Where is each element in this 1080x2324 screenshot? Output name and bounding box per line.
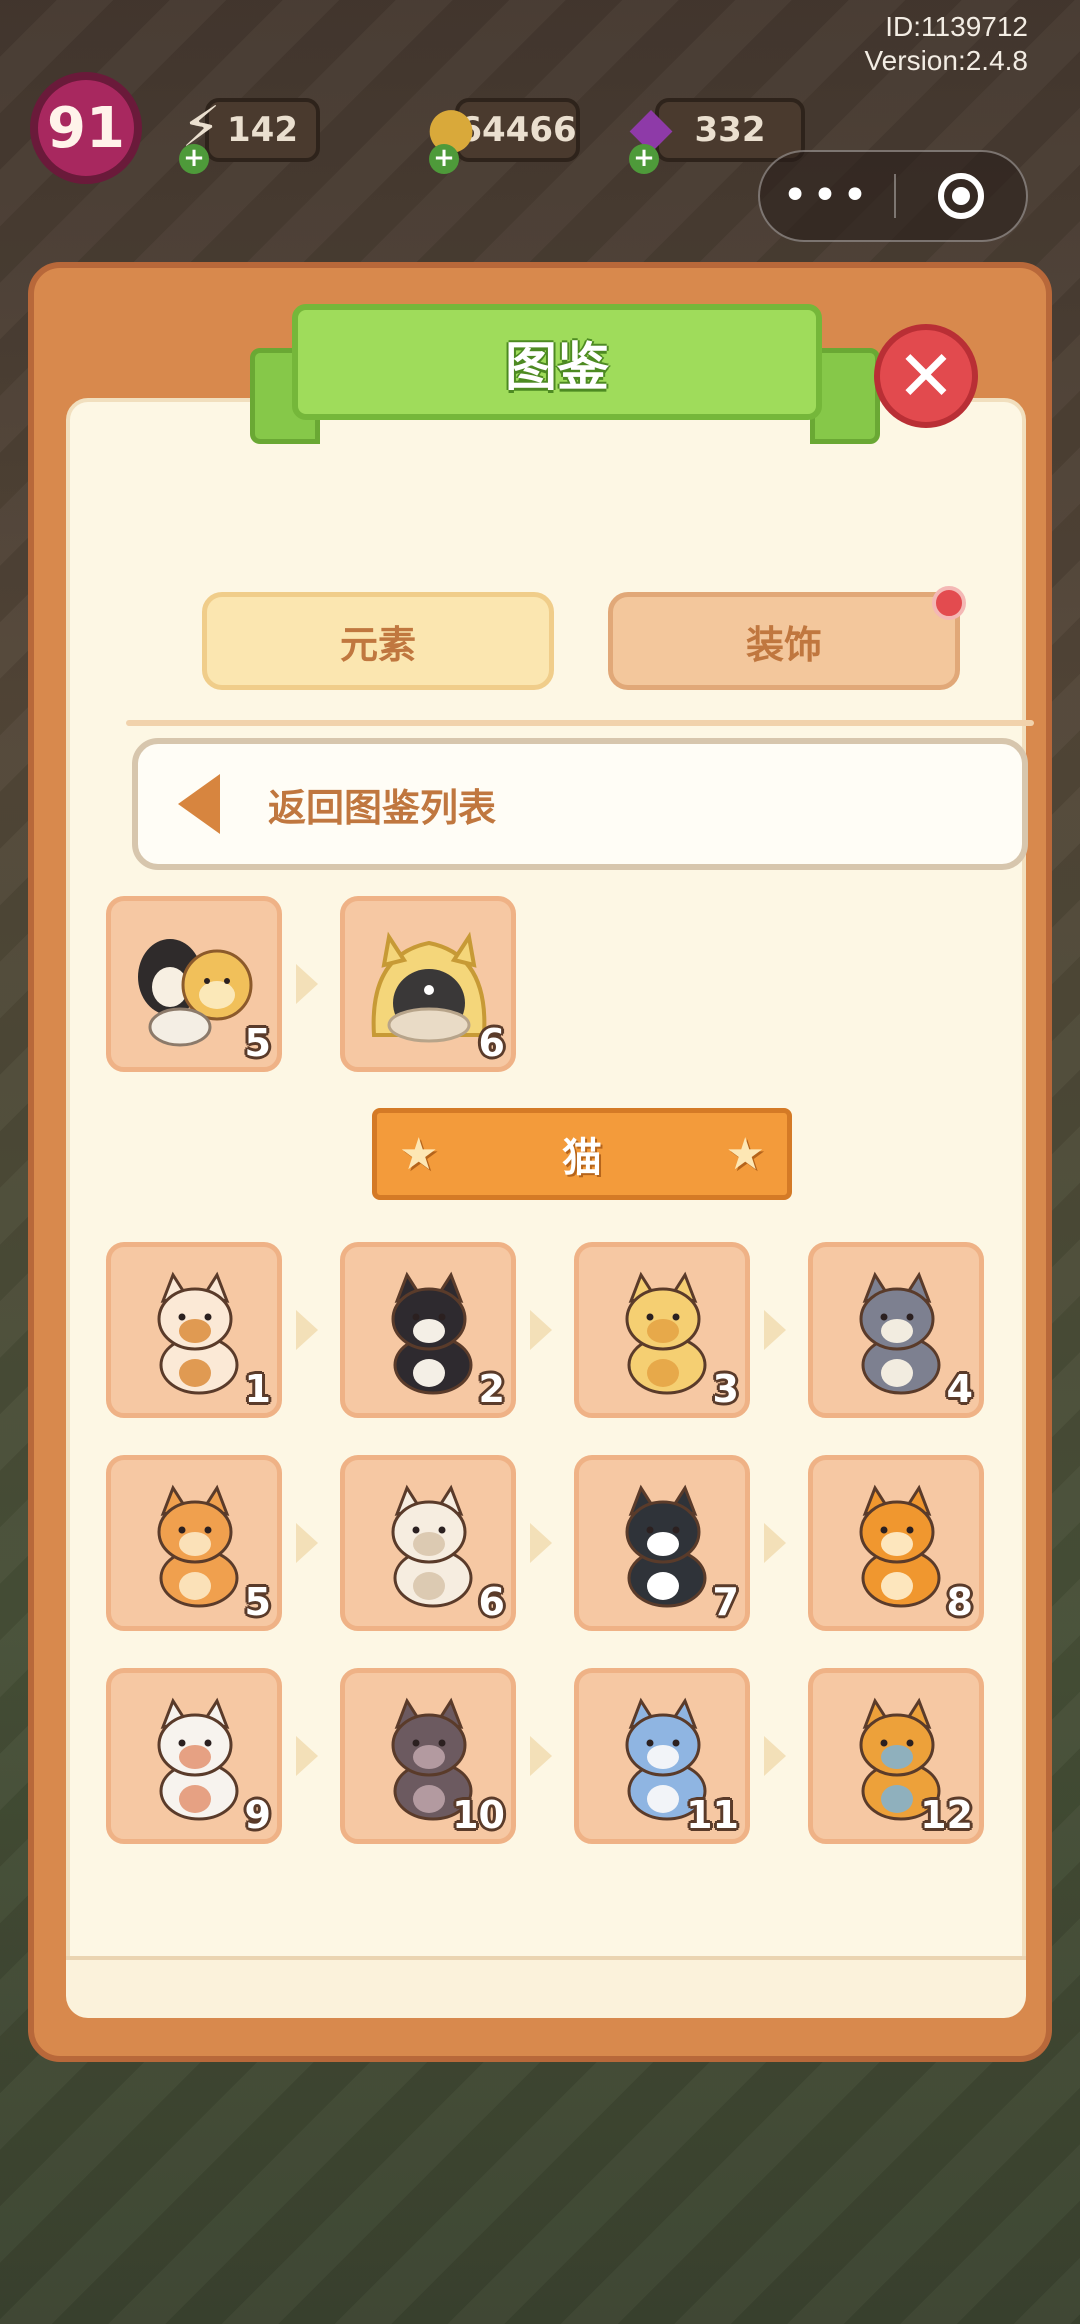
chevron-right-icon — [530, 1736, 552, 1776]
cat-tile[interactable]: 2 — [340, 1242, 516, 1418]
chevron-right-icon — [764, 1736, 786, 1776]
gem-value: 332 — [694, 110, 766, 150]
tile-number: 10 — [452, 1793, 505, 1837]
cat-tile[interactable]: 11 — [574, 1668, 750, 1844]
tile-number: 6 — [478, 1580, 505, 1624]
back-to-list-button[interactable]: 返回图鉴列表 — [132, 738, 1028, 870]
cat-tile[interactable]: 6 — [340, 1455, 516, 1631]
category-banner: ★ 猫 ★ — [372, 1108, 792, 1200]
add-energy-icon[interactable]: + — [179, 144, 209, 174]
tile-number: 3 — [712, 1367, 739, 1411]
chevron-right-icon — [530, 1310, 552, 1350]
tile-number: 8 — [946, 1580, 973, 1624]
tab-elements[interactable]: 元素 — [202, 592, 554, 690]
chevron-right-icon — [296, 1736, 318, 1776]
cat-tile[interactable]: 7 — [574, 1455, 750, 1631]
tab-decorations-label: 装饰 — [745, 622, 822, 667]
tile-number: 9 — [244, 1793, 271, 1837]
cat-tile[interactable]: 4 — [808, 1242, 984, 1418]
panel-footer — [66, 1956, 1026, 2018]
tile-number: 7 — [712, 1580, 739, 1624]
tile-number: 5 — [244, 1021, 271, 1065]
collection-modal: 元素 装饰 返回图鉴列表 5 6 ★ 猫 ★ 1 2 3 4 5 6 7 8 9… — [28, 262, 1052, 2062]
back-arrow-icon — [178, 774, 220, 834]
tile-number: 11 — [686, 1793, 739, 1837]
cat-tile[interactable]: 12 — [808, 1668, 984, 1844]
coin-counter[interactable]: ● + 64466 — [427, 95, 580, 174]
target-icon — [938, 173, 984, 219]
tile-number: 5 — [244, 1580, 271, 1624]
chevron-right-icon — [764, 1523, 786, 1563]
collection-tile[interactable]: 6 — [340, 896, 516, 1072]
cat-tile[interactable]: 9 — [106, 1668, 282, 1844]
miniprogram-capsule: ••• — [758, 150, 1028, 242]
divider — [126, 720, 1034, 726]
category-title: 猫 — [562, 1135, 602, 1181]
notification-dot — [932, 586, 966, 620]
version-label: Version:2.4.8 — [864, 45, 1028, 76]
tile-number: 12 — [920, 1793, 973, 1837]
cat-tile[interactable]: 1 — [106, 1242, 282, 1418]
more-menu-icon[interactable]: ••• — [760, 174, 894, 218]
user-id: ID:1139712 — [885, 11, 1028, 42]
energy-counter[interactable]: ⚡ + 142 — [179, 95, 320, 174]
tile-number: 2 — [478, 1367, 505, 1411]
gem-counter[interactable]: ◆ + 332 — [629, 95, 805, 174]
tile-number: 6 — [478, 1021, 505, 1065]
chevron-right-icon — [530, 1523, 552, 1563]
close-button[interactable]: ✕ — [874, 324, 978, 428]
chevron-right-icon — [764, 1310, 786, 1350]
modal-panel: 元素 装饰 返回图鉴列表 5 6 ★ 猫 ★ 1 2 3 4 5 6 7 8 9… — [66, 398, 1034, 2008]
modal-title-text: 图鉴 — [504, 337, 609, 398]
star-icon: ★ — [399, 1129, 439, 1180]
cat-tile[interactable]: 5 — [106, 1455, 282, 1631]
energy-value: 142 — [227, 110, 298, 150]
tile-number: 1 — [244, 1367, 271, 1411]
add-gems-icon[interactable]: + — [629, 144, 659, 174]
cat-tile[interactable]: 10 — [340, 1668, 516, 1844]
chevron-right-icon — [296, 1310, 318, 1350]
build-info: ID:1139712 Version:2.4.8 — [865, 10, 1028, 78]
cat-tile[interactable]: 3 — [574, 1242, 750, 1418]
back-to-list-label: 返回图鉴列表 — [268, 785, 497, 830]
cat-tile[interactable]: 8 — [808, 1455, 984, 1631]
add-coins-icon[interactable]: + — [429, 144, 459, 174]
level-badge[interactable]: 91 — [30, 72, 142, 184]
tab-decorations[interactable]: 装饰 — [608, 592, 960, 690]
tile-number: 4 — [946, 1367, 973, 1411]
tab-elements-label: 元素 — [339, 622, 416, 667]
chevron-right-icon — [296, 964, 318, 1004]
level-value: 91 — [47, 95, 125, 161]
modal-title: 图鉴 — [292, 304, 822, 420]
star-icon: ★ — [725, 1129, 765, 1180]
close-icon: ✕ — [896, 335, 956, 417]
chevron-right-icon — [296, 1523, 318, 1563]
collection-tile[interactable]: 5 — [106, 896, 282, 1072]
close-miniprogram-button[interactable] — [896, 173, 1026, 219]
